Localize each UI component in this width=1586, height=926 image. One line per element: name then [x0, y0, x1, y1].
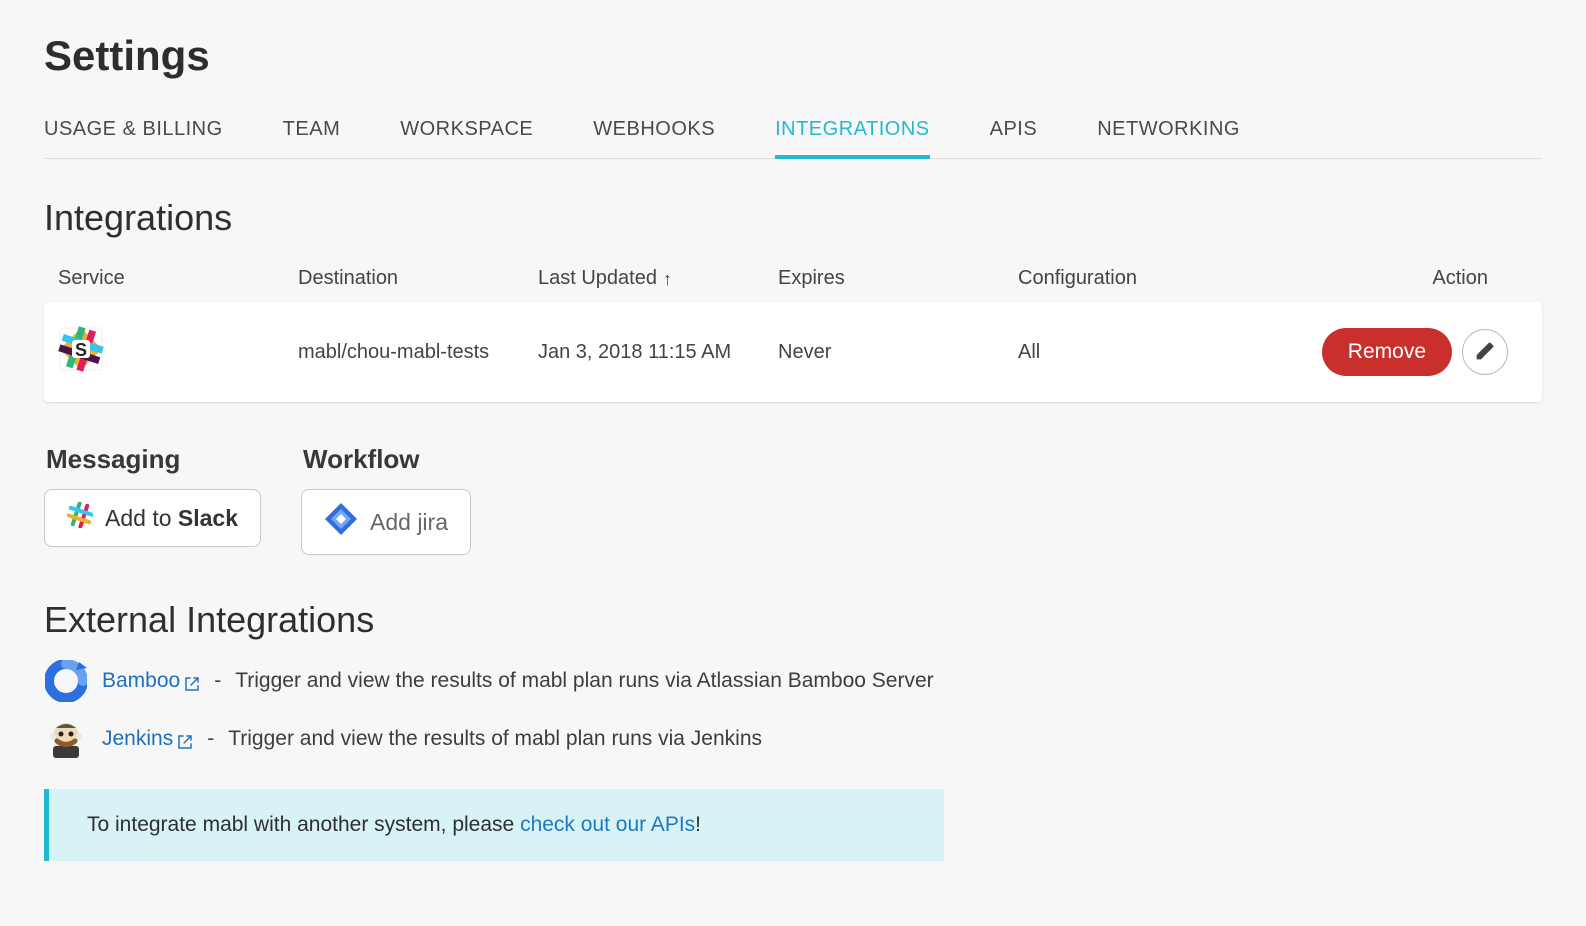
svg-text:S: S: [75, 340, 87, 360]
add-to-slack-button[interactable]: Add to Slack: [44, 489, 261, 547]
expires-cell: Never: [778, 341, 1018, 364]
remove-button[interactable]: Remove: [1322, 328, 1452, 376]
dash-separator: -: [214, 669, 221, 693]
add-jira-button[interactable]: Add jira: [301, 489, 471, 555]
tab-networking[interactable]: NETWORKING: [1097, 108, 1240, 158]
configuration-cell: All: [1018, 341, 1258, 364]
col-configuration: Configuration: [1018, 267, 1258, 290]
tab-apis[interactable]: APIS: [990, 108, 1038, 158]
external-link-icon: [184, 674, 200, 690]
tab-webhooks[interactable]: WEBHOOKS: [593, 108, 715, 158]
service-cell: S: [58, 326, 298, 378]
col-last-updated[interactable]: Last Updated ↑: [538, 267, 778, 290]
messaging-heading: Messaging: [46, 444, 261, 475]
callout-text-before: To integrate mabl with another system, p…: [87, 813, 520, 836]
jenkins-desc: Trigger and view the results of mabl pla…: [228, 727, 762, 751]
page-title: Settings: [44, 32, 1542, 80]
jenkins-link[interactable]: Jenkins: [102, 727, 193, 751]
jenkins-icon: [44, 717, 88, 761]
tab-usage-billing[interactable]: USAGE & BILLING: [44, 108, 223, 158]
tab-workspace[interactable]: WORKSPACE: [400, 108, 533, 158]
sort-arrow-up-icon: ↑: [663, 270, 672, 288]
slack-icon: S: [58, 326, 104, 378]
col-action: Action: [1258, 267, 1528, 290]
bamboo-desc: Trigger and view the results of mabl pla…: [235, 669, 933, 693]
jira-icon: [324, 502, 358, 542]
api-callout: To integrate mabl with another system, p…: [44, 789, 944, 861]
messaging-subsection: Messaging Add to Slack: [44, 444, 261, 555]
workflow-subsection: Workflow Add jira: [301, 444, 471, 555]
settings-tabs: USAGE & BILLING TEAM WORKSPACE WEBHOOKS INTE…: [44, 108, 1542, 159]
destination-cell: mabl/chou-mabl-tests: [298, 341, 538, 364]
tab-team[interactable]: TEAM: [283, 108, 341, 158]
bamboo-link[interactable]: Bamboo: [102, 669, 200, 693]
table-row: S mabl/chou-mabl-tests Jan 3, 2018 11:15…: [44, 302, 1542, 402]
add-jira-label: Add jira: [370, 509, 448, 536]
tab-integrations[interactable]: INTEGRATIONS: [775, 108, 930, 159]
add-to-slack-label: Add to Slack: [105, 505, 238, 532]
actions-cell: Remove: [1258, 328, 1528, 376]
callout-text-after: !: [695, 813, 701, 836]
pencil-icon: [1475, 341, 1495, 364]
external-item-bamboo: Bamboo - Trigger and view the results of…: [44, 659, 1542, 703]
external-integrations-heading: External Integrations: [44, 599, 1542, 641]
dash-separator: -: [207, 727, 214, 751]
slack-hash-icon: [67, 502, 93, 534]
col-service: Service: [58, 267, 298, 290]
workflow-heading: Workflow: [303, 444, 471, 475]
col-expires: Expires: [778, 267, 1018, 290]
integrations-heading: Integrations: [44, 197, 1542, 239]
external-item-jenkins: Jenkins - Trigger and view the results o…: [44, 717, 1542, 761]
col-destination: Destination: [298, 267, 538, 290]
last-updated-cell: Jan 3, 2018 11:15 AM: [538, 341, 778, 364]
edit-button[interactable]: [1462, 329, 1508, 375]
bamboo-icon: [44, 659, 88, 703]
check-out-apis-link[interactable]: check out our APIs: [520, 813, 695, 836]
external-link-icon: [177, 732, 193, 748]
integrations-table-header: Service Destination Last Updated ↑ Expir…: [44, 257, 1542, 302]
integration-card: S mabl/chou-mabl-tests Jan 3, 2018 11:15…: [44, 302, 1542, 402]
